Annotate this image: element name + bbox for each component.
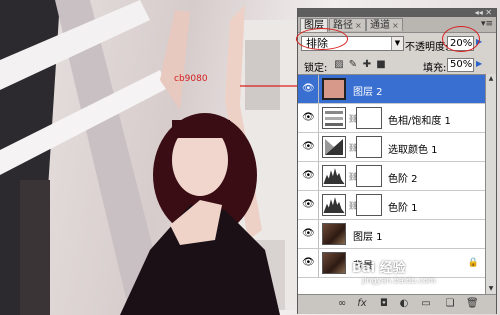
adjustment-layer-icon[interactable]: ◐ (398, 298, 410, 310)
collapse-icon[interactable]: ◂◂ ✕ (475, 8, 492, 17)
panel-titlebar: ◂◂ ✕ (298, 8, 496, 17)
layer-row-layer1[interactable]: 👁 图层 1 (298, 220, 485, 249)
lock-paint-icon[interactable]: ✎ (348, 59, 358, 70)
layer-name: 选取颜色 1 (388, 145, 438, 156)
fill-slider-arrow-icon[interactable]: ▶ (476, 59, 485, 72)
layer-thumbnail (322, 223, 346, 245)
layer-name: 色相/饱和度 1 (388, 116, 451, 127)
fill-label: 填充: (423, 63, 447, 74)
selective-color-adjustment-icon (322, 136, 346, 158)
layer-mask-thumbnail (356, 194, 382, 216)
lock-icon: 🔒 (467, 258, 479, 268)
panel-menu-icon[interactable]: ▾≡ (481, 19, 493, 29)
tab-channels[interactable]: 通道 × (366, 18, 403, 31)
watermark-url: jingyan.baidu.com (362, 276, 436, 285)
scroll-down-icon[interactable]: ▼ (486, 284, 496, 294)
layer-row-hue-saturation[interactable]: 👁 ⛓ 色相/饱和度 1 (298, 104, 485, 133)
layer-name: 色阶 1 (388, 203, 418, 214)
fill-field[interactable]: 50% (447, 58, 474, 72)
layers-bottom-toolbar: ∞ fx ◘ ◐ ▭ ❏ 🗑 (298, 294, 496, 314)
layer-row-selective-color[interactable]: 👁 ⛓ 选取颜色 1 (298, 133, 485, 162)
layer-thumbnail (322, 252, 346, 274)
link-layers-icon[interactable]: ∞ (336, 298, 348, 310)
layer-row-levels-2[interactable]: 👁 ⛓ 色阶 2 (298, 162, 485, 191)
eye-icon[interactable]: 👁 (302, 229, 315, 239)
eye-icon[interactable]: 👁 (302, 171, 315, 181)
fx-icon[interactable]: fx (356, 298, 368, 310)
eye-icon[interactable]: 👁 (302, 84, 315, 94)
link-icon[interactable]: ⛓ (348, 142, 358, 153)
layer-row-layer2[interactable]: 👁 图层 2 (298, 75, 485, 104)
scroll-up-icon[interactable]: ▲ (486, 74, 496, 84)
eye-icon[interactable]: 👁 (302, 258, 315, 268)
annotation-ellipse-blend (296, 28, 348, 50)
link-icon[interactable]: ⛓ (348, 171, 358, 182)
layer-mask-thumbnail (356, 165, 382, 187)
lock-row: 锁定: ▨ ✎ ✚ ■ 填充: 50% ▶ (298, 56, 496, 74)
add-mask-icon[interactable]: ◘ (378, 298, 390, 310)
levels-adjustment-icon (322, 194, 346, 216)
new-group-folder-icon[interactable]: ▭ (420, 298, 432, 310)
hue-saturation-adjustment-icon (322, 107, 346, 129)
annotation-ellipse-opacity (442, 26, 480, 52)
levels-adjustment-icon (322, 165, 346, 187)
lock-transparency-icon[interactable]: ▨ (334, 59, 344, 70)
close-icon[interactable]: × (392, 21, 399, 30)
lock-label: 锁定: (304, 63, 328, 74)
layer-mask-thumbnail (356, 136, 382, 158)
chevron-down-icon[interactable]: ▼ (391, 37, 403, 50)
new-layer-icon[interactable]: ❏ (444, 298, 456, 310)
layer-name: 图层 1 (353, 232, 383, 243)
lock-all-icon[interactable]: ■ (376, 59, 386, 70)
watermark-logo: Bai 经验 (352, 261, 406, 276)
lock-move-icon[interactable]: ✚ (362, 59, 372, 70)
link-icon[interactable]: ⛓ (348, 200, 358, 211)
link-icon[interactable]: ⛓ (348, 113, 358, 124)
layer-name: 色阶 2 (388, 174, 418, 185)
layer-row-levels-1[interactable]: 👁 ⛓ 色阶 1 (298, 191, 485, 220)
layer-name: 图层 2 (353, 87, 383, 98)
eye-icon[interactable]: 👁 (302, 113, 315, 123)
layer-thumbnail (322, 78, 346, 100)
eye-icon[interactable]: 👁 (302, 142, 315, 152)
layer-mask-thumbnail (356, 107, 382, 129)
trash-icon[interactable]: 🗑 (466, 298, 479, 310)
eye-icon[interactable]: 👁 (302, 200, 315, 210)
close-icon[interactable]: × (355, 21, 362, 30)
layers-scrollbar[interactable]: ▲ ▼ (485, 74, 496, 294)
